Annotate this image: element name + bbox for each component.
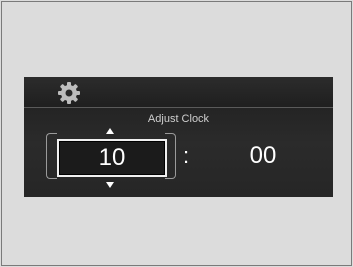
- hour-increase-icon[interactable]: [106, 128, 114, 134]
- gear-icon: [58, 82, 80, 104]
- selection-bracket-left: [46, 133, 57, 179]
- hour-decrease-icon[interactable]: [106, 182, 114, 188]
- screen-title: Adjust Clock: [147, 113, 210, 125]
- time-separator: :: [182, 143, 190, 168]
- display-screen: Adjust Clock 10 : 00: [24, 77, 333, 197]
- header-bar: [24, 77, 333, 108]
- hour-selector[interactable]: 10: [57, 139, 167, 177]
- minute-value[interactable]: 00: [238, 139, 288, 173]
- figure-frame: Adjust Clock 10 : 00: [1, 1, 352, 266]
- hour-value: 10: [98, 144, 126, 171]
